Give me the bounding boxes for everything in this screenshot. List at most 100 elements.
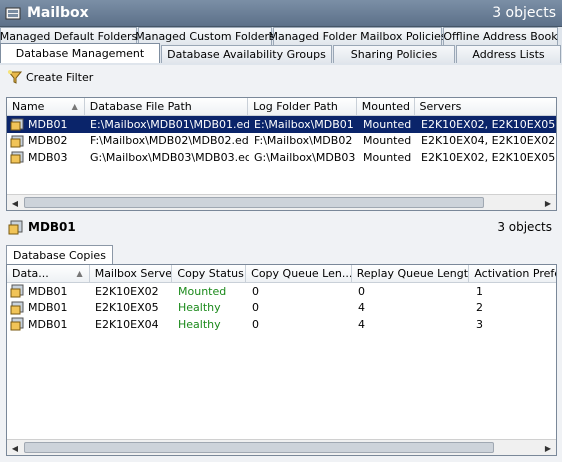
detail-object-count: 3 objects	[497, 220, 552, 234]
column-header-copy-status[interactable]: Copy Status	[172, 265, 247, 282]
database-icon	[8, 220, 23, 235]
copy-status: Healthy	[178, 301, 221, 315]
scroll-thumb[interactable]	[24, 197, 484, 208]
database-file-path: E:\Mailbox\MDB01\MDB01.edb	[90, 117, 249, 131]
column-header-database-file-path[interactable]: Database File Path	[85, 98, 249, 115]
mounted-status: Mounted	[363, 150, 412, 164]
column-header-mounted[interactable]: Mounted	[357, 98, 415, 115]
tab-row-2: Database Management Database Availabilit…	[0, 43, 562, 63]
log-folder-path: F:\Mailbox\MDB02	[254, 134, 353, 148]
mounted-status: Mounted	[363, 134, 412, 148]
scroll-thumb[interactable]	[24, 442, 494, 453]
column-header-mailbox-server[interactable]: Mailbox Server	[90, 265, 173, 282]
copy-row[interactable]: MDB01 E2K10EX04 Healthy 0 4 3	[7, 316, 556, 333]
mailbox-server: E2K10EX05	[95, 301, 159, 315]
database-icon	[10, 151, 24, 164]
toolbar: Create Filter	[0, 65, 562, 89]
database-icon	[10, 135, 24, 148]
column-label: Name	[12, 100, 45, 113]
tab-offline-address-book[interactable]: Offline Address Book	[443, 27, 558, 45]
filter-icon	[7, 70, 23, 84]
row-name-cell: MDB02	[7, 134, 85, 148]
copy-database-name: MDB01	[28, 284, 68, 298]
tab-address-lists[interactable]: Address Lists	[456, 45, 561, 63]
database-name: MDB03	[28, 150, 68, 164]
log-folder-path: G:\Mailbox\MDB03	[254, 150, 356, 164]
database-list-header: Name ▲ Database File Path Log Folder Pat…	[7, 98, 556, 116]
detail-header: MDB01 3 objects	[0, 215, 562, 239]
tab-database-availability-groups[interactable]: Database Availability Groups	[161, 45, 332, 63]
database-name: MDB01	[28, 117, 68, 131]
scroll-left-icon[interactable]: ◀	[7, 440, 23, 455]
column-label: Data...	[12, 267, 49, 280]
copy-status: Mounted	[178, 284, 227, 298]
log-folder-path: E:\Mailbox\MDB01	[254, 117, 354, 131]
sort-ascending-icon: ▲	[76, 269, 83, 278]
scroll-left-icon[interactable]: ◀	[7, 195, 23, 210]
scroll-right-icon[interactable]: ▶	[540, 195, 556, 210]
row-database-cell: MDB01	[7, 301, 90, 315]
database-name: MDB02	[28, 134, 68, 148]
copy-queue-length: 0	[252, 317, 259, 331]
tab-managed-folder-mailbox-policies[interactable]: Managed Folder Mailbox Policies	[268, 27, 447, 45]
mailbox-server: E2K10EX04	[95, 317, 159, 331]
database-icon	[10, 118, 24, 131]
database-row[interactable]: MDB01 E:\Mailbox\MDB01\MDB01.edb E:\Mail…	[7, 116, 556, 133]
mailbox-server: E2K10EX02	[95, 284, 159, 298]
column-header-copy-queue-length[interactable]: Copy Queue Len...	[246, 265, 352, 282]
copy-row[interactable]: MDB01 E2K10EX05 Healthy 0 4 2	[7, 300, 556, 317]
create-filter-label: Create Filter	[26, 70, 94, 84]
replay-queue-length: 0	[358, 284, 365, 298]
horizontal-scrollbar[interactable]: ◀ ▶	[7, 194, 556, 210]
horizontal-scrollbar[interactable]: ◀ ▶	[7, 439, 556, 455]
activation-preference: 2	[476, 301, 483, 315]
column-header-log-folder-path[interactable]: Log Folder Path	[248, 98, 357, 115]
activation-preference: 1	[476, 284, 483, 298]
copy-row[interactable]: MDB01 E2K10EX02 Mounted 0 0 1	[7, 283, 556, 300]
database-row[interactable]: MDB02 F:\Mailbox\MDB02\MDB02.edb F:\Mail…	[7, 133, 556, 150]
database-copy-icon	[10, 284, 24, 298]
content-area: Create Filter Name ▲ Database File Path …	[0, 65, 562, 462]
column-header-activation-preference[interactable]: Activation Prefe	[469, 265, 556, 282]
servers: E2K10EX04, E2K10EX02, ...	[421, 134, 556, 148]
database-file-path: G:\Mailbox\MDB03\MDB03.edb	[90, 150, 249, 164]
tab-database-copies[interactable]: Database Copies	[6, 245, 113, 264]
mailbox-icon	[5, 7, 21, 20]
database-copy-icon	[10, 301, 24, 315]
row-name-cell: MDB03	[7, 150, 85, 164]
copy-database-name: MDB01	[28, 317, 68, 331]
database-list: Name ▲ Database File Path Log Folder Pat…	[6, 97, 557, 211]
detail-title: MDB01	[28, 220, 76, 234]
tab-database-management[interactable]: Database Management	[0, 43, 160, 63]
replay-queue-length: 4	[358, 317, 365, 331]
activation-preference: 3	[476, 317, 483, 331]
sort-ascending-icon: ▲	[71, 102, 78, 111]
create-filter-button[interactable]: Create Filter	[7, 69, 93, 85]
object-count: 3 objects	[492, 5, 556, 21]
scroll-right-icon[interactable]: ▶	[540, 440, 556, 455]
copy-queue-length: 0	[252, 301, 259, 315]
column-header-replay-queue-length[interactable]: Replay Queue Length	[352, 265, 470, 282]
mounted-status: Mounted	[363, 117, 412, 131]
column-header-database[interactable]: Data... ▲	[7, 265, 90, 282]
tab-sharing-policies[interactable]: Sharing Policies	[333, 45, 455, 63]
row-name-cell: MDB01	[7, 117, 85, 131]
copies-list-header: Data... ▲ Mailbox Server Copy Status Cop…	[7, 265, 556, 283]
database-row[interactable]: MDB03 G:\Mailbox\MDB03\MDB03.edb G:\Mail…	[7, 149, 556, 166]
database-file-path: F:\Mailbox\MDB02\MDB02.edb	[90, 134, 249, 148]
row-database-cell: MDB01	[7, 284, 90, 298]
copy-queue-length: 0	[252, 284, 259, 298]
database-copy-icon	[10, 317, 24, 331]
window-title: Mailbox	[27, 5, 89, 21]
servers: E2K10EX02, E2K10EX05, ...	[421, 117, 556, 131]
database-copies-list: Data... ▲ Mailbox Server Copy Status Cop…	[6, 264, 557, 456]
title-bar: Mailbox 3 objects	[0, 0, 562, 27]
copy-database-name: MDB01	[28, 301, 68, 315]
servers: E2K10EX02, E2K10EX05, ...	[421, 150, 556, 164]
column-header-servers[interactable]: Servers	[415, 98, 556, 115]
column-header-name[interactable]: Name ▲	[7, 98, 85, 115]
row-database-cell: MDB01	[7, 317, 90, 331]
tab-strip: Managed Default Folders Managed Custom F…	[0, 27, 562, 65]
replay-queue-length: 4	[358, 301, 365, 315]
copy-status: Healthy	[178, 317, 221, 331]
